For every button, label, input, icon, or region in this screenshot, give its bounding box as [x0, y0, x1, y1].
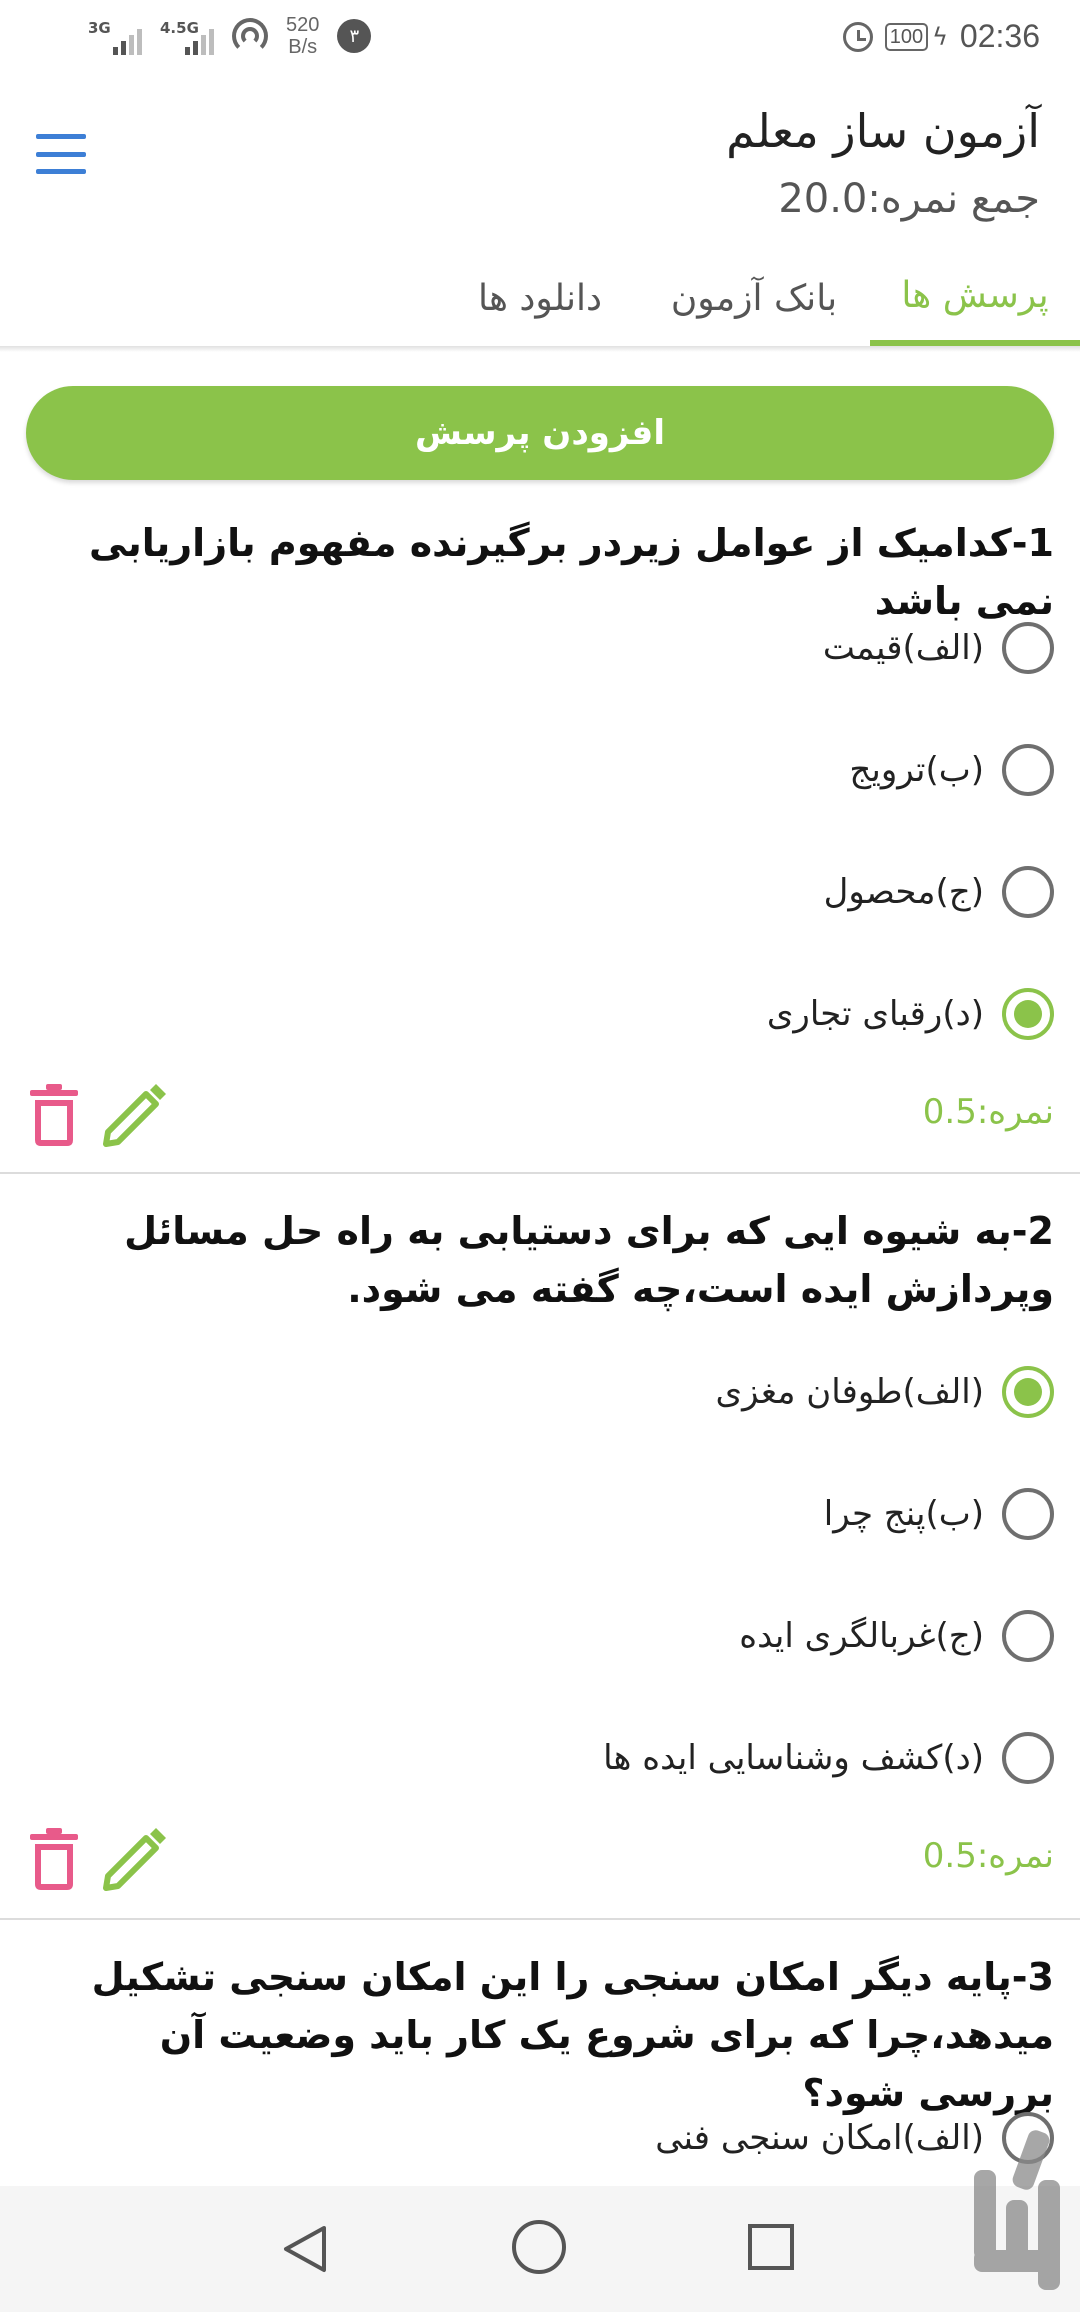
- radio-button[interactable]: [1002, 1488, 1054, 1540]
- radio-button-selected[interactable]: [1002, 988, 1054, 1040]
- question-2-text: 2-به شیوه ایی که برای دستیابی به راه حل …: [124, 1209, 1054, 1311]
- question-2-option-4[interactable]: (د)کشف وشناسایی ایده ها: [603, 1718, 1054, 1798]
- divider: [0, 1918, 1080, 1920]
- tab-exam-bank[interactable]: بانک آزمون: [654, 250, 854, 346]
- recents-icon[interactable]: [748, 2224, 794, 2270]
- network-speed: 520 B/s: [286, 14, 319, 58]
- tab-questions[interactable]: پرسش ها: [870, 250, 1080, 346]
- network-type-1: 3G: [88, 19, 111, 37]
- delete-icon[interactable]: [26, 1828, 82, 1890]
- radio-button[interactable]: [1002, 622, 1054, 674]
- question-1-option-2[interactable]: (ب)ترویج: [849, 730, 1054, 810]
- speed-unit: B/s: [288, 36, 318, 58]
- radio-button[interactable]: [1002, 1610, 1054, 1662]
- app-store-watermark-logo: [974, 2130, 1060, 2290]
- question-1-option-3[interactable]: (ج)محصول: [824, 852, 1054, 932]
- radio-button[interactable]: [1002, 866, 1054, 918]
- home-icon[interactable]: [512, 2220, 566, 2274]
- radio-button[interactable]: [1002, 1732, 1054, 1784]
- option-label: (ب)ترویج: [849, 750, 984, 790]
- back-icon[interactable]: [280, 2224, 330, 2274]
- status-right: 100 ϟ 02:36: [842, 18, 1040, 55]
- option-label: (الف)قیمت: [822, 628, 984, 668]
- option-label: (د)رقبای تجاری: [766, 994, 984, 1034]
- add-question-button[interactable]: افزودن پرسش: [26, 386, 1054, 480]
- question-1-option-4[interactable]: (د)رقبای تجاری: [767, 974, 1054, 1054]
- option-label: (ب)پنج چرا: [823, 1494, 984, 1534]
- option-label: (الف)طوفان مغزی: [715, 1372, 984, 1412]
- page-title: آزمون ساز معلم: [726, 104, 1040, 158]
- radio-button[interactable]: [1002, 744, 1054, 796]
- tab-bar: پرسش ها بانک آزمون دانلود ها: [0, 250, 1080, 346]
- total-score: جمع نمره:20.0: [778, 176, 1040, 222]
- radio-button-selected[interactable]: [1002, 1366, 1054, 1418]
- notification-count-badge: ۳: [337, 19, 372, 53]
- option-label: (الف)امکان سنجی فنی: [655, 2118, 984, 2158]
- signal-icon-2: 4.5G: [160, 15, 214, 57]
- edit-icon[interactable]: [100, 1080, 170, 1150]
- system-nav-bar: [0, 2130, 1080, 2312]
- option-label: (د)کشف وشناسایی ایده ها: [603, 1738, 984, 1778]
- option-label: (ج)غربالگری ایده: [739, 1616, 984, 1656]
- speed-value: 520: [286, 14, 320, 36]
- menu-icon[interactable]: [36, 134, 86, 174]
- signal-icon-1: 3G: [88, 15, 142, 57]
- option-label: (ج)محصول: [823, 872, 984, 912]
- battery-icon: 100: [884, 22, 929, 51]
- hotspot-icon: [232, 18, 268, 54]
- question-2-score: نمره:0.5: [922, 1836, 1054, 1876]
- app-bar: آزمون ساز معلم جمع نمره:20.0 پرسش ها بان…: [0, 80, 1080, 350]
- tab-downloads[interactable]: دانلود ها: [440, 250, 640, 346]
- question-2-option-1[interactable]: (الف)طوفان مغزی: [715, 1352, 1054, 1432]
- question-2-option-2[interactable]: (ب)پنج چرا: [824, 1474, 1054, 1554]
- status-bar: 3G 4.5G 520 B/s ۳ 100 ϟ 02:36: [0, 0, 1080, 80]
- app-bar-shadow: [0, 346, 1080, 352]
- status-left: 3G 4.5G 520 B/s ۳: [88, 14, 372, 58]
- question-2-option-3[interactable]: (ج)غربالگری ایده: [739, 1596, 1054, 1676]
- question-3-text: 3-پایه دیگر امکان سنجی را این امکان سنجی…: [91, 1955, 1054, 2115]
- question-1-option-1[interactable]: (الف)قیمت: [823, 608, 1054, 688]
- edit-icon[interactable]: [100, 1824, 170, 1894]
- delete-icon[interactable]: [26, 1084, 82, 1146]
- clock: 02:36: [959, 18, 1040, 54]
- divider: [0, 1172, 1080, 1174]
- alarm-icon: [842, 21, 873, 52]
- question-1-score: نمره:0.5: [922, 1092, 1054, 1132]
- charging-icon: ϟ: [932, 22, 948, 51]
